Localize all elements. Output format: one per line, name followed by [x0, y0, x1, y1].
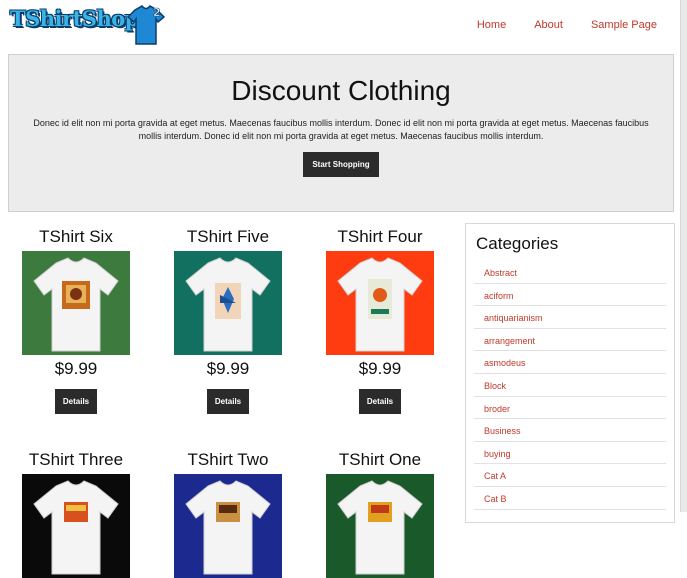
- product-image[interactable]: [174, 474, 282, 578]
- product-name: TShirt Three: [28, 450, 124, 469]
- tshirt-logo-icon: 2: [126, 5, 166, 45]
- product-image[interactable]: [22, 474, 130, 578]
- list-item: buying: [474, 442, 666, 465]
- product-card: TShirt Four $9.99 Details: [315, 226, 445, 414]
- category-list: Abstract aciform antiquarianism arrangem…: [466, 261, 674, 510]
- categories-sidebar: Categories Abstract aciform antiquariani…: [465, 223, 675, 523]
- list-item: Block: [474, 374, 666, 397]
- product-image[interactable]: [326, 251, 434, 355]
- details-button[interactable]: Details: [206, 389, 250, 414]
- details-button[interactable]: Details: [358, 389, 402, 414]
- list-item: asmodeus: [474, 351, 666, 374]
- category-link[interactable]: aciform: [474, 291, 514, 301]
- category-link[interactable]: arrangement: [474, 336, 535, 346]
- scrollbar[interactable]: [680, 0, 687, 512]
- product-name: TShirt Five: [186, 227, 270, 246]
- start-shopping-button[interactable]: Start Shopping: [303, 152, 379, 177]
- list-item: antiquarianism: [474, 306, 666, 329]
- category-link[interactable]: buying: [474, 449, 511, 459]
- category-link[interactable]: Abstract: [474, 268, 517, 278]
- product-price: $9.99: [206, 359, 250, 378]
- tshirt-image: [337, 257, 423, 352]
- category-link[interactable]: broder: [474, 404, 510, 414]
- nav-home[interactable]: Home: [477, 19, 506, 31]
- product-name: TShirt Six: [39, 227, 113, 246]
- logo-superscript: 2: [153, 6, 161, 19]
- hero-banner: Discount Clothing Donec id elit non mi p…: [8, 54, 674, 212]
- product-name: TShirt Two: [187, 450, 269, 469]
- logo-text: TShirtShop: [10, 6, 139, 31]
- product-price: $9.99: [54, 359, 98, 378]
- list-item: aciform: [474, 284, 666, 307]
- list-item: arrangement: [474, 329, 666, 352]
- tshirt-image: [33, 257, 119, 352]
- category-link[interactable]: Cat A: [474, 471, 506, 481]
- nav-about[interactable]: About: [534, 19, 563, 31]
- tshirt-image: [185, 480, 271, 575]
- product-card: TShirt Two: [163, 449, 293, 578]
- nav-sample-page[interactable]: Sample Page: [591, 19, 657, 31]
- category-link[interactable]: Block: [474, 381, 506, 391]
- tshirt-image: [337, 480, 423, 575]
- product-card: TShirt Five $9.99 Details: [163, 226, 293, 414]
- hero-title: Discount Clothing: [231, 75, 451, 106]
- list-item: Business: [474, 419, 666, 442]
- sidebar-title: Categories: [476, 234, 559, 253]
- product-image[interactable]: [174, 251, 282, 355]
- category-link[interactable]: Cat B: [474, 494, 507, 504]
- category-link[interactable]: asmodeus: [474, 358, 526, 368]
- product-card: TShirt Three: [11, 449, 141, 578]
- list-item: broder: [474, 397, 666, 420]
- product-name: TShirt One: [338, 450, 422, 469]
- category-link[interactable]: antiquarianism: [474, 313, 543, 323]
- site-logo[interactable]: TShirtShop 2: [10, 2, 166, 45]
- main-nav: Home About Sample Page: [477, 19, 657, 31]
- details-button[interactable]: Details: [54, 389, 98, 414]
- product-card: TShirt Six $9.99 Details: [11, 226, 141, 414]
- list-item: Cat B: [474, 487, 666, 510]
- hero-text: Donec id elit non mi porta gravida at eg…: [33, 118, 649, 141]
- product-card: TShirt One: [315, 449, 445, 578]
- product-price: $9.99: [358, 359, 402, 378]
- product-image[interactable]: [326, 474, 434, 578]
- list-item: Cat A: [474, 464, 666, 487]
- category-link[interactable]: Business: [474, 426, 521, 436]
- list-item: Abstract: [474, 261, 666, 284]
- tshirt-image: [185, 257, 271, 352]
- tshirt-image: [33, 480, 119, 575]
- product-image[interactable]: [22, 251, 130, 355]
- product-name: TShirt Four: [337, 227, 423, 246]
